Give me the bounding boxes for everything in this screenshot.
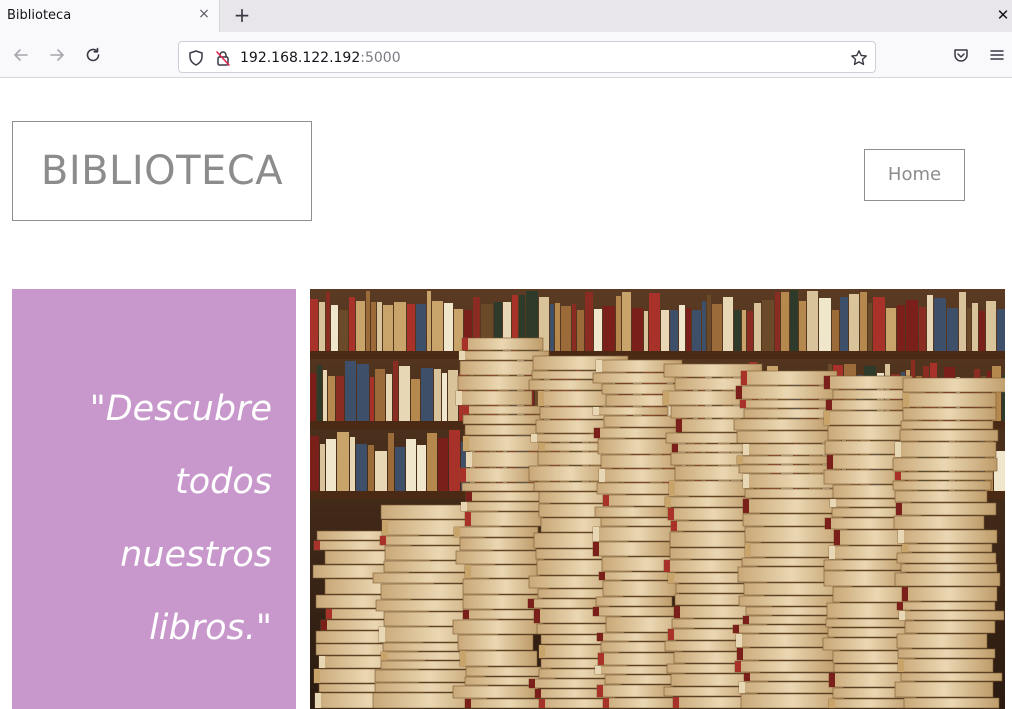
- site-logo-text: BIBLIOTECA: [40, 148, 284, 194]
- quote-panel: "Descubre todos nuestros libros.": [12, 289, 296, 709]
- insecure-lock-icon[interactable]: [214, 49, 232, 67]
- hamburger-menu-icon[interactable]: [988, 46, 1006, 64]
- library-books-photo: [310, 289, 1005, 709]
- site-logo[interactable]: BIBLIOTECA: [12, 121, 312, 221]
- pocket-icon[interactable]: [952, 46, 970, 64]
- window-close-icon[interactable]: ✕: [994, 5, 1012, 25]
- tab-strip: Biblioteca × + ✕: [0, 0, 1012, 32]
- address-bar[interactable]: 192.168.122.192:5000: [178, 41, 876, 73]
- new-tab-icon[interactable]: +: [231, 4, 253, 26]
- url-text[interactable]: 192.168.122.192:5000: [240, 50, 401, 66]
- nav-home-link[interactable]: Home: [864, 149, 965, 201]
- bookmark-star-icon[interactable]: [850, 49, 868, 67]
- library-books-image: [310, 289, 1005, 709]
- tab-close-icon[interactable]: ×: [196, 6, 212, 22]
- quote-text: "Descubre todos nuestros libros.": [89, 389, 272, 648]
- tab-title: Biblioteca: [7, 8, 72, 23]
- url-port: :5000: [360, 50, 401, 66]
- shield-icon[interactable]: [187, 49, 205, 67]
- navigation-toolbar: 192.168.122.192:5000: [0, 32, 1012, 78]
- forward-arrow-icon[interactable]: [48, 46, 66, 64]
- reload-icon[interactable]: [84, 46, 102, 64]
- active-tab[interactable]: Biblioteca ×: [0, 0, 220, 32]
- back-arrow-icon[interactable]: [12, 46, 30, 64]
- url-host: 192.168.122.192: [240, 50, 361, 66]
